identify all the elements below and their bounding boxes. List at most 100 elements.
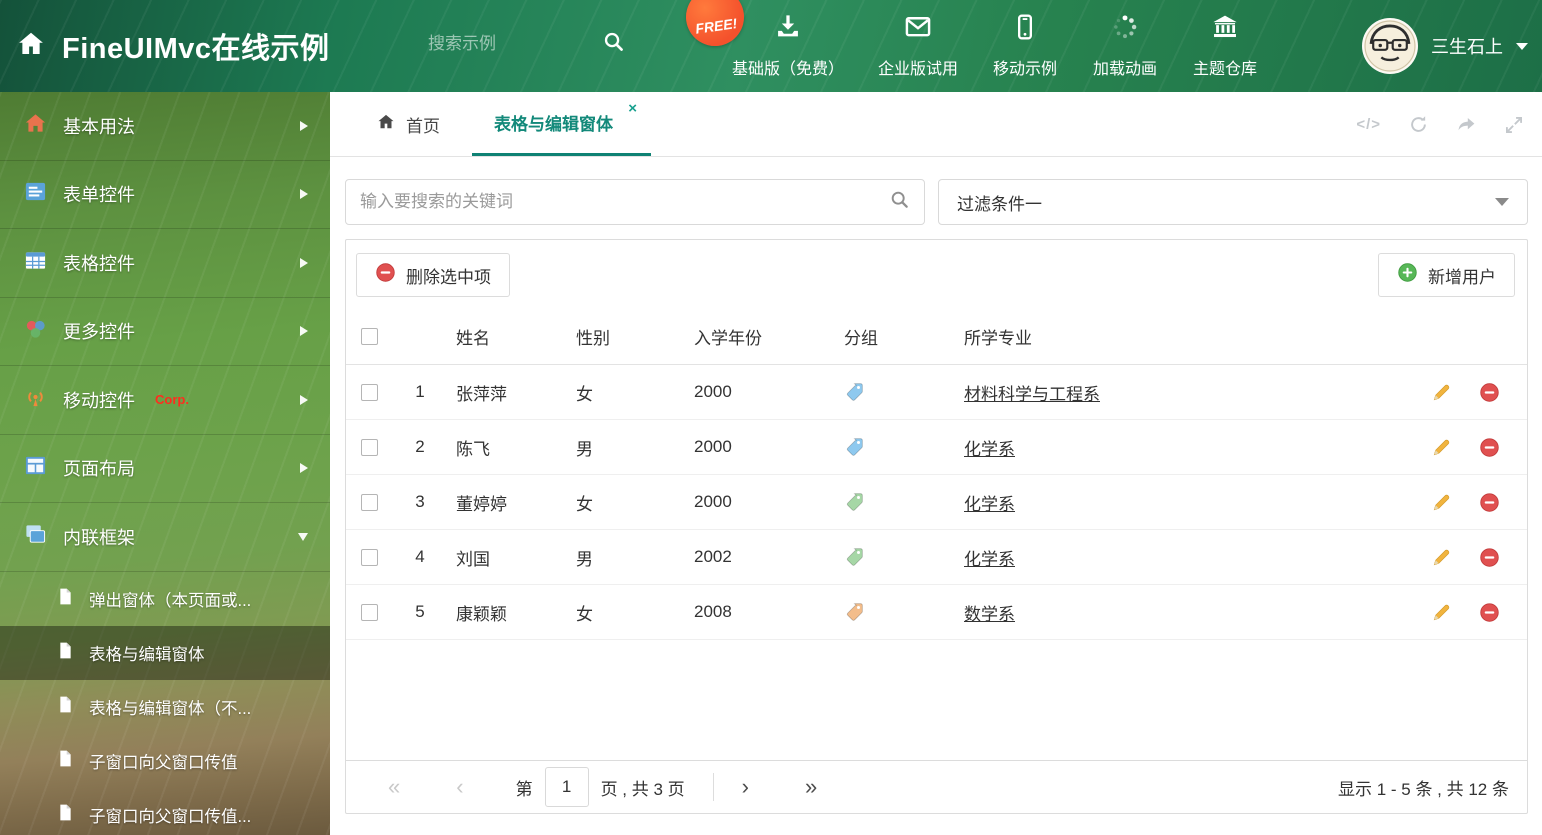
last-page-button[interactable]: » (805, 776, 817, 798)
layout-icon (24, 454, 47, 482)
share-forward-icon[interactable] (1456, 114, 1477, 135)
grid-panel: 删除选中项 新增用户 姓名 性别 入学年份 分组 所学专业 1 张萍萍 女 20… (345, 239, 1528, 814)
house-icon (24, 112, 47, 140)
header-search-input[interactable] (428, 34, 588, 54)
row-number: 3 (415, 492, 425, 511)
minus-circle-icon (375, 262, 396, 288)
chevron-right-icon (300, 463, 308, 474)
view-source-icon[interactable]: </> (1356, 116, 1381, 133)
sidebar-item-form-controls[interactable]: 表单控件 (0, 161, 330, 229)
mobile-icon (1011, 13, 1039, 46)
page-number-input[interactable] (544, 767, 589, 807)
nav-item-enterprise-trial[interactable]: 企业版试用 (878, 13, 958, 79)
next-page-button[interactable]: › (742, 776, 749, 798)
sidebar: 基本用法 表单控件 表格控件 更多控件 移动控件 Corp. 页面布局 内联框架… (0, 92, 330, 835)
first-page-button[interactable]: « (388, 776, 400, 798)
edit-pencil-icon[interactable] (1431, 492, 1452, 513)
form-icon (24, 180, 47, 208)
cell-year: 2000 (694, 437, 732, 456)
refresh-icon[interactable] (1408, 114, 1429, 135)
cell-name: 康颖颖 (456, 604, 507, 624)
row-number: 2 (415, 437, 425, 456)
nav-item-mobile-demo[interactable]: 移动示例 (992, 13, 1058, 79)
nav-item-theme-repo[interactable]: 主题仓库 (1192, 13, 1258, 79)
edit-pencil-icon[interactable] (1431, 602, 1452, 623)
nav-label: 基础版（免费） (732, 61, 845, 78)
sidebar-item-more-controls[interactable]: 更多控件 (0, 298, 330, 366)
file-icon (56, 587, 75, 611)
edit-pencil-icon[interactable] (1431, 382, 1452, 403)
pager-divider (712, 773, 714, 801)
download-icon (774, 13, 802, 46)
col-header-group: 分组 (844, 329, 878, 348)
sidebar-subitem-child-to-parent-2[interactable]: 子窗口向父窗口传值... (0, 788, 330, 835)
cell-gender: 女 (576, 494, 593, 514)
sidebar-subitem-grid-edit-window[interactable]: 表格与编辑窗体 (0, 625, 330, 680)
search-icon[interactable] (889, 189, 910, 215)
delete-selected-button[interactable]: 删除选中项 (356, 253, 510, 297)
edit-pencil-icon[interactable] (1431, 547, 1452, 568)
row-checkbox[interactable] (361, 548, 378, 566)
delete-row-icon[interactable] (1479, 382, 1500, 403)
chevron-right-icon (300, 257, 308, 268)
cell-name: 张萍萍 (456, 384, 507, 404)
close-icon[interactable]: × (628, 101, 637, 116)
home-icon[interactable] (16, 29, 46, 64)
user-menu[interactable]: 三生石上 (1362, 0, 1528, 92)
table-row: 3 董婷婷 女 2000 化学系 (346, 475, 1527, 530)
row-checkbox[interactable] (361, 383, 378, 401)
user-name: 三生石上 (1431, 37, 1503, 57)
cell-gender: 女 (576, 604, 593, 624)
major-link[interactable]: 化学系 (964, 440, 1015, 459)
corp-badge: Corp. (155, 392, 189, 408)
avatar[interactable] (1362, 18, 1418, 74)
sidebar-item-iframe[interactable]: 内联框架 (0, 503, 330, 572)
file-icon (56, 803, 75, 827)
delete-row-icon[interactable] (1479, 492, 1500, 513)
chevron-right-icon (300, 189, 308, 200)
delete-row-icon[interactable] (1479, 547, 1500, 568)
chevron-right-icon (300, 394, 308, 405)
nav-item-loading-animation[interactable]: 加载动画 (1092, 13, 1158, 79)
select-all-checkbox[interactable] (361, 328, 378, 345)
sidebar-item-mobile-controls[interactable]: 移动控件 Corp. (0, 366, 330, 435)
cell-year: 2002 (694, 547, 732, 566)
plus-circle-icon (1397, 262, 1418, 288)
sidebar-item-basic-usage[interactable]: 基本用法 (0, 92, 330, 161)
add-user-button[interactable]: 新增用户 (1378, 253, 1515, 297)
sidebar-subitem-child-to-parent[interactable]: 子窗口向父窗口传值 (0, 734, 330, 788)
prev-page-button[interactable]: ‹ (456, 776, 463, 798)
dots-cluster-icon (24, 317, 47, 345)
keyword-search-input[interactable] (360, 192, 889, 212)
tab-bar: 首页 表格与编辑窗体 × </> (330, 92, 1542, 157)
sidebar-subitem-popup-window[interactable]: 弹出窗体（本页面或... (0, 572, 330, 626)
row-checkbox[interactable] (361, 603, 378, 621)
home-icon (376, 112, 396, 137)
col-header-major: 所学专业 (964, 329, 1032, 348)
sidebar-item-page-layout[interactable]: 页面布局 (0, 435, 330, 503)
page-prefix-label: 第 (515, 779, 533, 799)
major-link[interactable]: 化学系 (964, 495, 1015, 514)
search-icon[interactable] (602, 30, 625, 58)
sidebar-subitem-grid-edit-window-2[interactable]: 表格与编辑窗体（不... (0, 680, 330, 734)
table-row: 5 康颖颖 女 2008 数学系 (346, 585, 1527, 640)
tab-home[interactable]: 首页 (358, 92, 458, 156)
delete-row-icon[interactable] (1479, 602, 1500, 623)
nav-item-basic-free[interactable]: 基础版（免费） (732, 13, 844, 79)
nav-label: 企业版试用 (878, 61, 959, 78)
col-header-name: 姓名 (456, 329, 490, 348)
filter-dropdown[interactable]: 过滤条件一 (938, 179, 1528, 225)
major-link[interactable]: 材料科学与工程系 (964, 385, 1100, 404)
row-checkbox[interactable] (361, 493, 378, 511)
delete-row-icon[interactable] (1479, 437, 1500, 458)
tab-grid-edit-window[interactable]: 表格与编辑窗体 × (472, 92, 651, 156)
major-link[interactable]: 数学系 (964, 605, 1015, 624)
tag-icon (830, 547, 950, 567)
row-number: 5 (415, 602, 425, 621)
filter-selected-value: 过滤条件一 (957, 194, 1042, 214)
row-checkbox[interactable] (361, 438, 378, 456)
sidebar-item-grid-controls[interactable]: 表格控件 (0, 229, 330, 298)
edit-pencil-icon[interactable] (1431, 437, 1452, 458)
expand-icon[interactable] (1504, 115, 1524, 135)
major-link[interactable]: 化学系 (964, 550, 1015, 569)
